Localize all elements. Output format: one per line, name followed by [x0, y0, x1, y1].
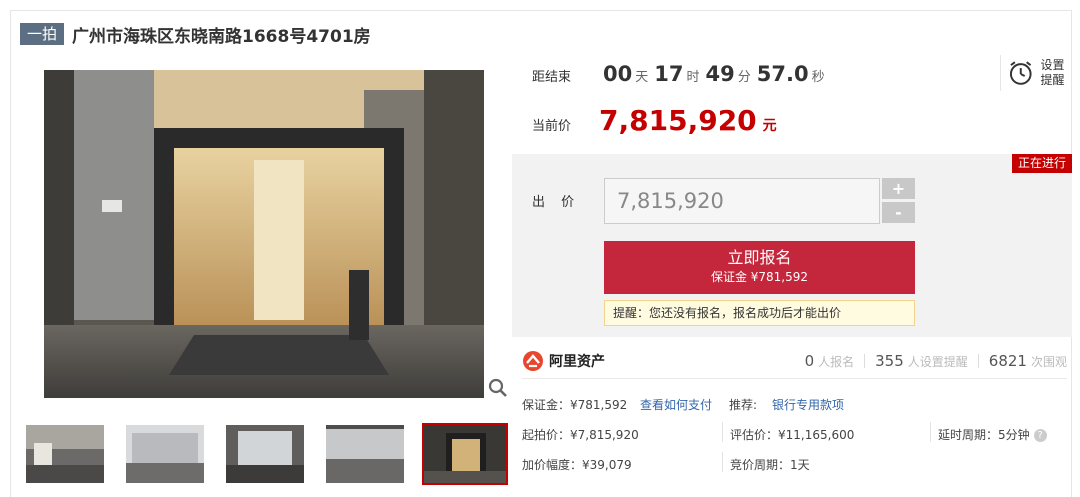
- signup-count: 0: [804, 351, 815, 370]
- signup-button[interactable]: 立即报名 保证金 ¥781,592: [604, 241, 915, 294]
- countdown-days-unit: 天: [635, 70, 649, 85]
- view-count: 6821: [988, 351, 1027, 370]
- bid-amount-input[interactable]: 7,815,920: [604, 178, 880, 224]
- info-divider: [722, 422, 723, 442]
- bank-payment-link[interactable]: 银行专用款项: [772, 396, 844, 413]
- countdown-minutes: 49: [705, 62, 735, 86]
- set-reminder-button[interactable]: 设置提醒: [1000, 55, 1070, 91]
- thumbnail-4[interactable]: [326, 425, 404, 483]
- thumbnail-5-selected[interactable]: [422, 423, 508, 485]
- current-price-unit: 元: [762, 118, 777, 134]
- view-count-label: 次围观: [1030, 354, 1067, 369]
- platform-name: 阿里资产: [549, 353, 605, 370]
- countdown-days: 00: [603, 62, 633, 86]
- info-divider: [722, 452, 723, 472]
- bid-area: 正在进行 出 价 7,815,920 + - 立即报名 保证金 ¥781,592…: [512, 154, 1072, 337]
- signup-button-label: 立即报名: [727, 248, 792, 267]
- countdown: 距结束 00 天 17 时 49 分 57.0 秒: [532, 62, 829, 94]
- thumbnail-1[interactable]: [26, 425, 104, 483]
- current-price-value: 7,815,920: [599, 104, 757, 137]
- countdown-seconds-unit: 秒: [811, 70, 825, 85]
- auction-stats: 0 人报名 355 人设置提醒 6821 次围观: [795, 352, 1067, 370]
- thumbnail-2[interactable]: [126, 425, 204, 483]
- countdown-hours-unit: 时: [686, 70, 700, 85]
- recommend-label: 推荐:: [729, 398, 758, 412]
- countdown-seconds: 57.0: [756, 62, 809, 86]
- signup-tip: 提醒：您还没有报名，报名成功后才能出价: [604, 300, 915, 326]
- page-title: 广州市海珠区东晓南路1668号4701房: [72, 26, 371, 47]
- reminder-count: 355: [875, 351, 904, 370]
- delay-period-text: 延时周期：5分钟: [938, 428, 1030, 442]
- signup-count-label: 人报名: [818, 354, 855, 369]
- platform-row: 阿里资产 0 人报名 355 人设置提醒 6821 次围观: [522, 343, 1067, 379]
- current-price: 当前价 7,815,920 元: [532, 104, 777, 140]
- appraisal-info: 评估价：¥11,165,600: [730, 428, 855, 442]
- countdown-label: 距结束: [532, 70, 572, 85]
- auction-round-badge: 一拍: [20, 23, 65, 45]
- bid-decrease-button[interactable]: -: [882, 202, 915, 223]
- how-to-pay-link[interactable]: 查看如何支付: [640, 396, 712, 413]
- bid-increase-button[interactable]: +: [882, 178, 915, 199]
- ali-asset-logo-icon: [523, 350, 543, 371]
- auction-period-info: 竞价周期：1天: [730, 458, 810, 472]
- stat-divider: [977, 353, 979, 368]
- info-divider: [930, 422, 931, 442]
- main-property-photo[interactable]: [44, 70, 484, 398]
- thumbnail-3[interactable]: [226, 425, 304, 483]
- increment-info: 加价幅度：¥39,079: [522, 458, 632, 472]
- start-price-info: 起拍价：¥7,815,920: [522, 428, 639, 442]
- countdown-hours: 17: [654, 62, 684, 86]
- stat-divider: [864, 353, 866, 368]
- zoom-icon[interactable]: [486, 376, 510, 400]
- title-row: 一拍 广州市海珠区东晓南路1668号4701房: [20, 22, 371, 47]
- delay-period-info: 延时周期：5分钟?: [938, 426, 1047, 443]
- reminder-count-label: 人设置提醒: [907, 354, 968, 369]
- bid-label: 出 价: [532, 195, 581, 210]
- deposit-info: 保证金：¥781,592: [522, 398, 628, 412]
- platform-logo: 阿里资产: [522, 350, 605, 372]
- help-icon[interactable]: ?: [1033, 429, 1047, 442]
- alarm-clock-icon: [1009, 61, 1032, 85]
- status-badge: 正在进行: [1011, 154, 1072, 173]
- signup-deposit-label: 保证金 ¥781,592: [710, 270, 809, 284]
- current-price-label: 当前价: [532, 119, 572, 134]
- set-reminder-label: 设置提醒: [1040, 58, 1065, 87]
- countdown-minutes-unit: 分: [737, 70, 751, 85]
